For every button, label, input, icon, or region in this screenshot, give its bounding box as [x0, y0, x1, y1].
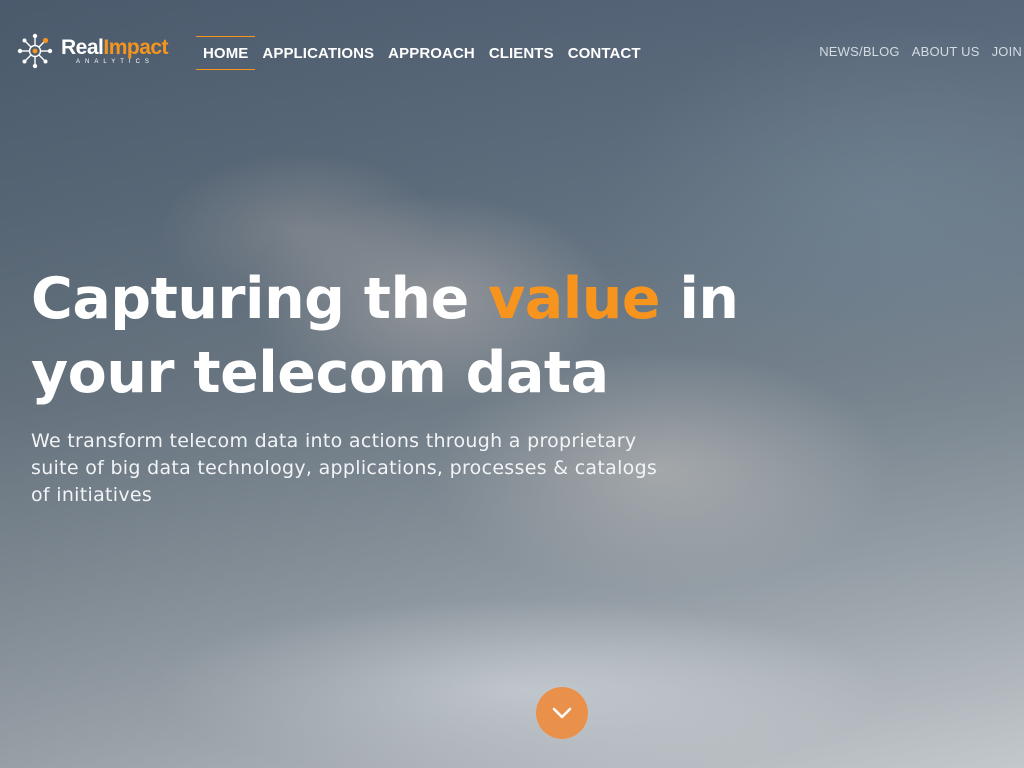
nav-contact[interactable]: CONTACT [561, 36, 648, 70]
headline-highlight: value [488, 266, 661, 332]
headline-before: Capturing the [31, 266, 489, 332]
nav-approach[interactable]: APPROACH [381, 36, 482, 70]
nav-clients[interactable]: CLIENTS [482, 36, 561, 70]
nav-news-blog[interactable]: NEWS/BLOG [819, 44, 900, 59]
top-navigation: RealImpact ANALYTICS HOME APPLICATIONS A… [0, 0, 1024, 106]
brand-wordmark: RealImpact [61, 36, 169, 60]
scroll-down-button[interactable] [536, 687, 588, 739]
brand-name-part2: Impact [103, 36, 169, 59]
brand-logo[interactable]: RealImpact ANALYTICS [16, 32, 181, 72]
brand-name-part1: Real [61, 36, 104, 59]
network-nodes-icon [17, 33, 53, 69]
nav-about-us[interactable]: ABOUT US [912, 44, 980, 59]
secondary-menu: NEWS/BLOG ABOUT US JOIN [819, 44, 1022, 59]
chevron-down-icon [552, 707, 572, 719]
main-menu: HOME APPLICATIONS APPROACH CLIENTS CONTA… [196, 36, 648, 70]
nav-home[interactable]: HOME [196, 36, 256, 70]
nav-join[interactable]: JOIN [992, 44, 1022, 59]
hero-subtext: We transform telecom data into actions t… [31, 430, 658, 506]
nav-applications[interactable]: APPLICATIONS [255, 36, 381, 70]
hero-headline: Capturing the value in your telecom data [31, 262, 831, 410]
brand-tagline: ANALYTICS [76, 59, 154, 65]
